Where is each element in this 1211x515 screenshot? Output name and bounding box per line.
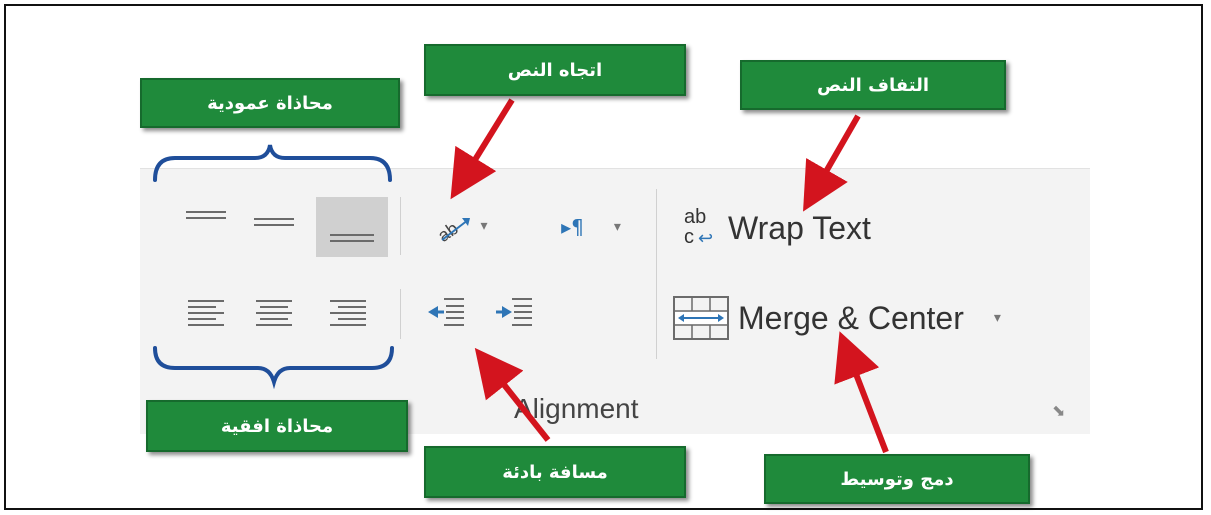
arrow-indent (474, 347, 551, 442)
arrow-merge-center (834, 331, 889, 454)
horizontal-alignment-brace (153, 346, 394, 390)
label-vertical-alignment: محاذاة عمودية (140, 78, 400, 128)
label-indent: مسافة بادئة (424, 446, 686, 498)
arrow-text-direction (450, 98, 515, 200)
label-horizontal-alignment: محاذاة افقية (146, 400, 408, 452)
vertical-alignment-brace (153, 144, 392, 182)
label-wrap-text: التفاف النص (740, 60, 1006, 110)
label-text-direction: اتجاه النص (424, 44, 686, 96)
label-merge-center: دمج وتوسيط (764, 454, 1030, 504)
arrow-wrap-text (803, 114, 861, 212)
